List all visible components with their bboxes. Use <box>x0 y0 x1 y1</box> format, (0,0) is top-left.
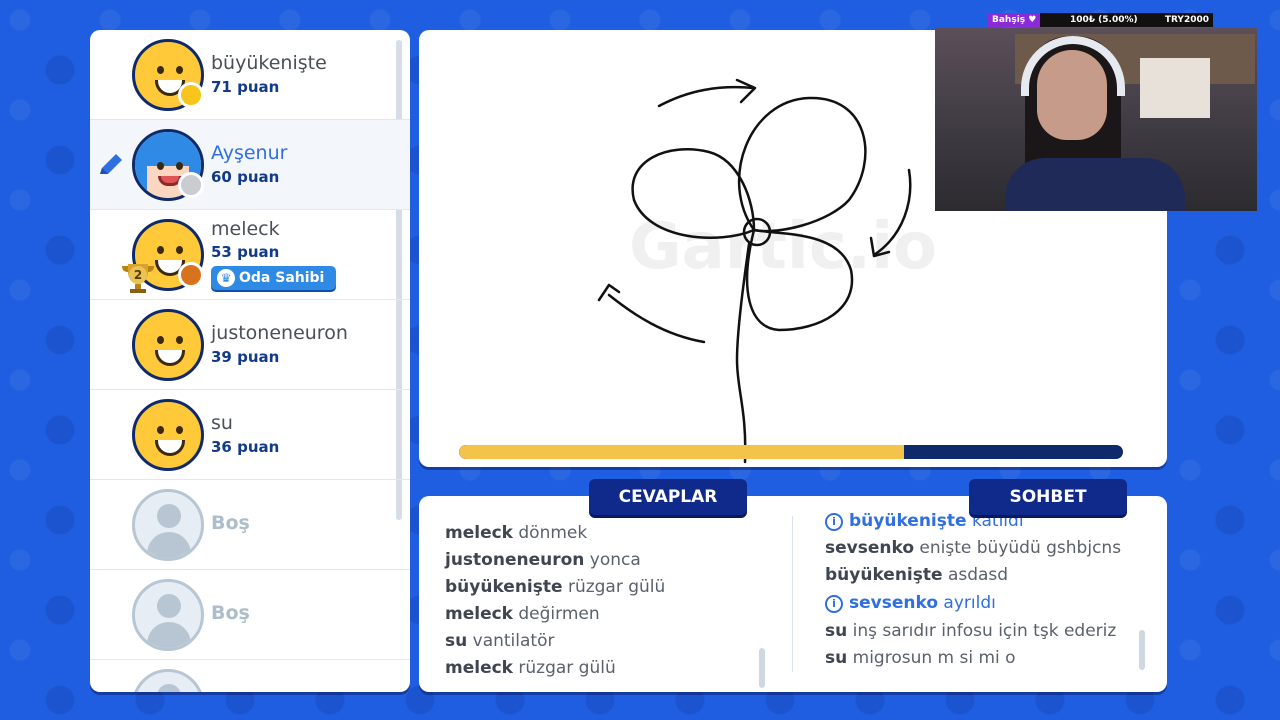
status-dot <box>178 262 204 288</box>
chat-text: enişte büyüdü gshbjcns <box>919 538 1122 558</box>
player-score: 39 puan <box>211 348 280 366</box>
player-row[interactable]: justoneneuron 39 puan <box>90 300 410 390</box>
answers-list: meleck dönmek justoneneuron yonca büyüke… <box>445 512 665 682</box>
player-score: 53 puan <box>211 243 280 261</box>
chat-text: inş sarıdır infosu için tşk ederiz <box>852 621 1117 641</box>
empty-slot-avatar <box>132 489 204 561</box>
player-name: su <box>211 412 233 434</box>
round-timer-bar <box>459 445 1123 459</box>
empty-slot-avatar <box>132 669 204 692</box>
info-icon: i <box>825 595 843 613</box>
donation-goal: TRY2000 <box>1164 15 1209 25</box>
answer-item: su vantilatör <box>445 628 665 655</box>
answer-text: yonca <box>589 550 641 570</box>
yellow-smile-avatar <box>132 309 204 381</box>
empty-slot: Boş <box>90 570 410 660</box>
answer-text: değirmen <box>518 604 600 624</box>
room-owner-label: Oda Sahibi <box>239 270 325 286</box>
answer-text: rüzgar gülü <box>567 577 666 597</box>
answer-user: büyükenişte <box>445 577 563 597</box>
streamer-webcam <box>935 28 1257 211</box>
status-dot <box>178 172 204 198</box>
chat-message: su inş sarıdır infosu için tşk ederiz <box>825 618 1121 645</box>
tab-chat[interactable]: SOHBET <box>969 479 1127 515</box>
empty-slot-label: Boş <box>211 602 250 624</box>
player-name: Ayşenur <box>211 142 288 164</box>
player-score: 71 puan <box>211 78 280 96</box>
trophy-icon: 2 <box>120 262 156 294</box>
chat-text: ayrıldı <box>943 593 996 613</box>
status-dot <box>178 82 204 108</box>
answer-text: vantilatör <box>472 631 555 651</box>
empty-slot-label: Boş <box>211 512 250 534</box>
rank-number: 2 <box>129 266 147 284</box>
chat-user: su <box>825 621 848 641</box>
empty-slot-avatar <box>132 579 204 651</box>
answer-user: meleck <box>445 604 513 624</box>
round-timer-fill <box>459 445 904 459</box>
tab-answers[interactable]: CEVAPLAR <box>589 479 747 515</box>
answers-scrollbar[interactable] <box>759 648 765 688</box>
chat-user: sevsenko <box>825 538 915 558</box>
answer-user: meleck <box>445 523 513 543</box>
chat-message: büyükenişte asdasd <box>825 562 1121 589</box>
answer-user: su <box>445 631 468 651</box>
donation-goal-bar: Bahşiş ♥ 100₺ (5.00%) TRY2000 <box>988 13 1213 27</box>
answer-user: meleck <box>445 658 513 678</box>
chat-system-message: i sevsenko ayrıldı <box>825 589 1121 618</box>
chat-user: büyükenişte <box>825 565 943 585</box>
player-score: 36 puan <box>211 438 280 456</box>
player-name: justoneneuron <box>211 322 348 344</box>
chat-user: büyükenişte <box>849 511 967 531</box>
empty-slot: Boş <box>90 480 410 570</box>
chat-message: sevsenko enişte büyüdü gshbjcns <box>825 535 1121 562</box>
chat-user: su <box>825 648 848 668</box>
answer-item: meleck rüzgar gülü <box>445 655 665 682</box>
chat-text: migrosun m si mi o <box>852 648 1016 668</box>
answer-item: büyükenişte rüzgar gülü <box>445 574 665 601</box>
crown-icon: ♛ <box>217 269 235 287</box>
player-list: büyükenişte 71 puan Ayşenur 60 puan 2 me… <box>90 30 410 692</box>
donation-amount: 100₺ (5.00%) <box>1070 15 1138 25</box>
chat-user: sevsenko <box>849 593 939 613</box>
answer-item: meleck dönmek <box>445 520 665 547</box>
answer-user: justoneneuron <box>445 550 585 570</box>
room-owner-badge: ♛ Oda Sahibi <box>211 266 337 290</box>
player-name: büyükenişte <box>211 52 327 74</box>
answer-text: dönmek <box>518 523 588 543</box>
yellow-smile-avatar <box>132 399 204 471</box>
info-icon: i <box>825 513 843 531</box>
player-row[interactable]: 2 meleck 53 puan ♛ Oda Sahibi <box>90 210 410 300</box>
donation-tag: Bahşiş ♥ <box>988 13 1041 27</box>
player-row-drawing[interactable]: Ayşenur 60 puan <box>90 120 410 210</box>
answer-item: justoneneuron yonca <box>445 547 665 574</box>
pencil-icon <box>96 150 126 180</box>
player-row[interactable]: büyükenişte 71 puan <box>90 30 410 120</box>
answer-item: meleck değirmen <box>445 601 665 628</box>
player-score: 60 puan <box>211 168 280 186</box>
chat-list: i büyükenişte katıldı sevsenko enişte büy… <box>825 508 1121 672</box>
empty-slot <box>90 660 410 692</box>
chat-scrollbar[interactable] <box>1139 630 1145 670</box>
chat-text: asdasd <box>947 565 1009 585</box>
divider <box>792 516 793 672</box>
messages-panel: meleck dönmek justoneneuron yonca büyüke… <box>419 496 1167 692</box>
chat-message: su migrosun m si mi o <box>825 645 1121 672</box>
answer-text: rüzgar gülü <box>518 658 616 678</box>
player-name: meleck <box>211 218 280 240</box>
player-row[interactable]: su 36 puan <box>90 390 410 480</box>
